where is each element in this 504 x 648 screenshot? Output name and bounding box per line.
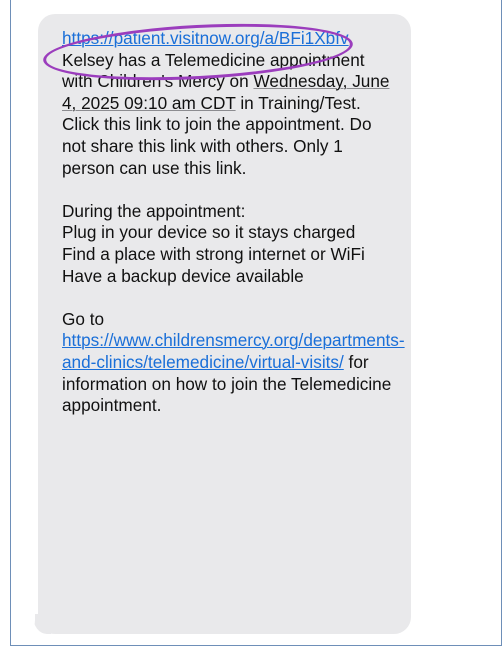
message-text: https://patient.visitnow.org/a/BFi1Xbfv … bbox=[62, 28, 405, 417]
tip-item: Find a place with strong internet or WiF… bbox=[62, 243, 365, 264]
screenshot-frame: https://patient.visitnow.org/a/BFi1Xbfv … bbox=[10, 0, 502, 646]
tip-item: Have a backup device available bbox=[62, 265, 304, 286]
message-bubble: https://patient.visitnow.org/a/BFi1Xbfv … bbox=[38, 14, 411, 634]
bubble-tail-mask bbox=[21, 608, 35, 636]
intro-tail: in Training/Test. bbox=[235, 92, 361, 113]
during-heading: During the appointment: bbox=[62, 200, 246, 221]
appointment-link[interactable]: https://patient.visitnow.org/a/BFi1Xbfv bbox=[62, 28, 349, 48]
intro-paragraph: https://patient.visitnow.org/a/BFi1Xbfv … bbox=[62, 28, 395, 114]
goto-prefix: Go to bbox=[62, 308, 105, 329]
goto-paragraph: Go to https://www.childrensmercy.org/dep… bbox=[62, 308, 405, 417]
instructions-text: Click this link to join the appointment.… bbox=[62, 114, 372, 178]
tip-item: Plug in your device so it stays charged bbox=[62, 222, 356, 243]
